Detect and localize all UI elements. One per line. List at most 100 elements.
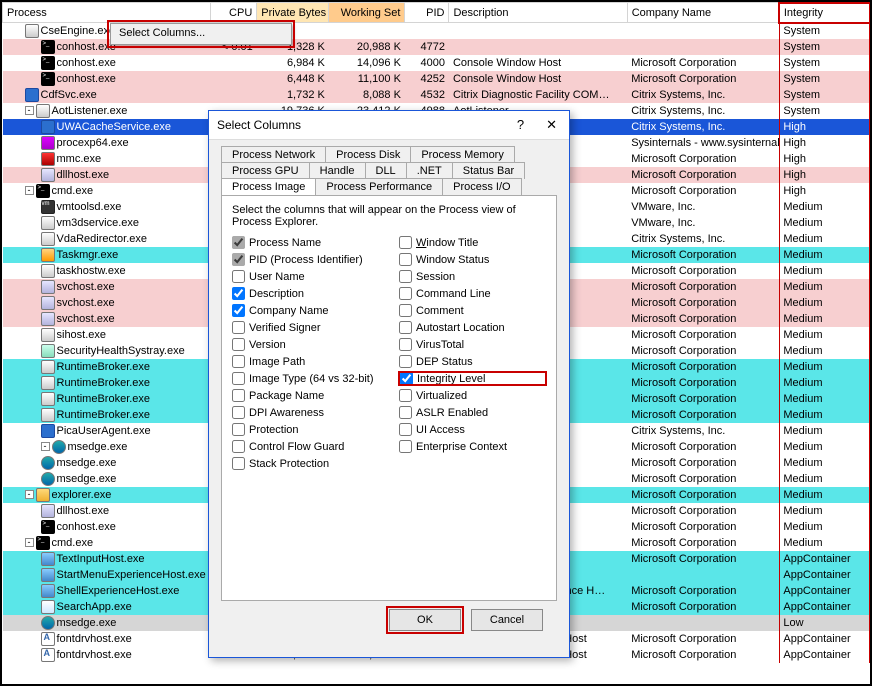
cell-integrity: Medium <box>779 407 869 423</box>
checkbox-input[interactable] <box>399 440 412 453</box>
checkbox-input[interactable] <box>399 321 412 334</box>
checkbox-row[interactable]: Package Name <box>232 389 379 402</box>
checkbox-input[interactable] <box>232 457 245 470</box>
checkbox-row[interactable]: Enterprise Context <box>399 440 546 453</box>
checkbox-row[interactable]: PID (Process Identifier) <box>232 253 379 266</box>
checkbox-input[interactable] <box>399 338 412 351</box>
checkbox-row[interactable]: ASLR Enabled <box>399 406 546 419</box>
checkbox-input[interactable] <box>399 253 412 266</box>
cell-company: Microsoft Corporation <box>627 327 779 343</box>
col-header-pid[interactable]: PID <box>405 3 449 23</box>
checkbox-input[interactable] <box>232 270 245 283</box>
checkbox-input[interactable] <box>232 372 245 385</box>
checkbox-row[interactable]: Company Name <box>232 304 379 317</box>
checkbox-row[interactable]: Image Type (64 vs 32-bit) <box>232 372 379 385</box>
col-header-integrity[interactable]: Integrity <box>779 3 869 23</box>
tab[interactable]: Process Image <box>221 178 316 195</box>
checkbox-input[interactable] <box>399 406 412 419</box>
cell-cpu <box>211 55 257 71</box>
tab[interactable]: Process GPU <box>221 162 310 179</box>
checkbox-row[interactable]: Verified Signer <box>232 321 379 334</box>
checkbox-row[interactable]: DEP Status <box>399 355 546 368</box>
checkbox-label: PID (Process Identifier) <box>249 254 363 266</box>
close-button[interactable]: ✕ <box>542 117 561 133</box>
cell-integrity: High <box>779 151 869 167</box>
col-header-working-set[interactable]: Working Set <box>329 3 405 23</box>
col-header-description[interactable]: Description <box>449 3 627 23</box>
process-icon <box>41 328 55 342</box>
ok-button[interactable]: OK <box>389 609 461 631</box>
tab[interactable]: Status Bar <box>452 162 525 179</box>
checkbox-input[interactable] <box>232 338 245 351</box>
process-name: TextInputHost.exe <box>57 552 145 564</box>
col-header-company[interactable]: Company Name <box>627 3 779 23</box>
checkbox-row[interactable]: Window Title <box>399 236 546 249</box>
checkbox-input[interactable] <box>232 389 245 402</box>
checkbox-row[interactable]: User Name <box>232 270 379 283</box>
table-row[interactable]: CdfSvc.exe1,732 K8,088 K4532Citrix Diagn… <box>3 87 870 103</box>
tree-toggle-icon[interactable]: - <box>25 538 34 547</box>
checkbox-input[interactable] <box>399 355 412 368</box>
checkbox-input[interactable] <box>232 440 245 453</box>
checkbox-row[interactable]: Version <box>232 338 379 351</box>
checkbox-input[interactable] <box>232 355 245 368</box>
checkbox-input[interactable] <box>399 423 412 436</box>
checkbox-row[interactable]: Control Flow Guard <box>232 440 379 453</box>
checkbox-row[interactable]: Image Path <box>232 355 379 368</box>
checkbox-input[interactable] <box>232 321 245 334</box>
checkbox-row[interactable]: Process Name <box>232 236 379 249</box>
checkbox-input[interactable] <box>232 236 245 249</box>
checkbox-input[interactable] <box>232 287 245 300</box>
tab[interactable]: Process Network <box>221 146 326 163</box>
checkbox-input[interactable] <box>399 389 412 402</box>
tab[interactable]: Process Disk <box>325 146 411 163</box>
col-header-private-bytes[interactable]: Private Bytes <box>257 3 329 23</box>
checkbox-row[interactable]: UI Access <box>399 423 546 436</box>
tab[interactable]: Process I/O <box>442 178 521 195</box>
checkbox-row[interactable]: Autostart Location <box>399 321 546 334</box>
col-header-cpu[interactable]: CPU <box>211 3 257 23</box>
checkbox-input[interactable] <box>232 304 245 317</box>
tree-toggle-icon[interactable]: - <box>25 490 34 499</box>
col-header-process[interactable]: Process <box>3 3 211 23</box>
checkbox-input[interactable] <box>232 406 245 419</box>
checkbox-label: Comment <box>416 305 464 317</box>
help-button[interactable]: ? <box>513 117 528 133</box>
tree-toggle-icon[interactable]: - <box>25 106 34 115</box>
tab[interactable]: .NET <box>406 162 453 179</box>
checkbox-row[interactable]: Protection <box>232 423 379 436</box>
checkbox-input[interactable] <box>399 236 412 249</box>
cell-company: VMware, Inc. <box>627 215 779 231</box>
table-row[interactable]: conhost.exe6,984 K14,096 K4000Console Wi… <box>3 55 870 71</box>
checkbox-label: Command Line <box>416 288 491 300</box>
checkbox-row[interactable]: Virtualized <box>399 389 546 402</box>
checkbox-input[interactable] <box>232 423 245 436</box>
checkbox-row[interactable]: Description <box>232 287 379 300</box>
checkbox-row[interactable]: DPI Awareness <box>232 406 379 419</box>
checkbox-row[interactable]: VirusTotal <box>399 338 546 351</box>
checkbox-row[interactable]: Command Line <box>399 287 546 300</box>
checkbox-row[interactable]: Stack Protection <box>232 457 379 470</box>
tab[interactable]: Process Memory <box>410 146 515 163</box>
tab[interactable]: Handle <box>309 162 366 179</box>
checkbox-row[interactable]: Comment <box>399 304 546 317</box>
table-row[interactable]: conhost.exe6,448 K11,100 K4252Console Wi… <box>3 71 870 87</box>
process-name: RuntimeBroker.exe <box>57 360 151 372</box>
tree-toggle-icon[interactable]: - <box>25 186 34 195</box>
checkbox-input[interactable] <box>399 304 412 317</box>
tree-toggle-icon[interactable]: - <box>41 442 50 451</box>
checkbox-input[interactable] <box>399 270 412 283</box>
tab[interactable]: DLL <box>365 162 407 179</box>
checkbox-input[interactable] <box>232 253 245 266</box>
checkbox-row[interactable]: Session <box>399 270 546 283</box>
checkbox-row[interactable]: Integrity Level <box>399 372 546 385</box>
process-name: ShellExperienceHost.exe <box>57 584 180 596</box>
checkbox-input[interactable] <box>399 287 412 300</box>
checkbox-row[interactable]: Window Status <box>399 253 546 266</box>
checkbox-input[interactable] <box>400 372 413 385</box>
context-menu-select-columns[interactable]: Select Columns... <box>110 23 292 45</box>
checkbox-label: Image Path <box>249 356 305 368</box>
cancel-button[interactable]: Cancel <box>471 609 543 631</box>
tab[interactable]: Process Performance <box>315 178 443 195</box>
cell-company: Microsoft Corporation <box>627 471 779 487</box>
